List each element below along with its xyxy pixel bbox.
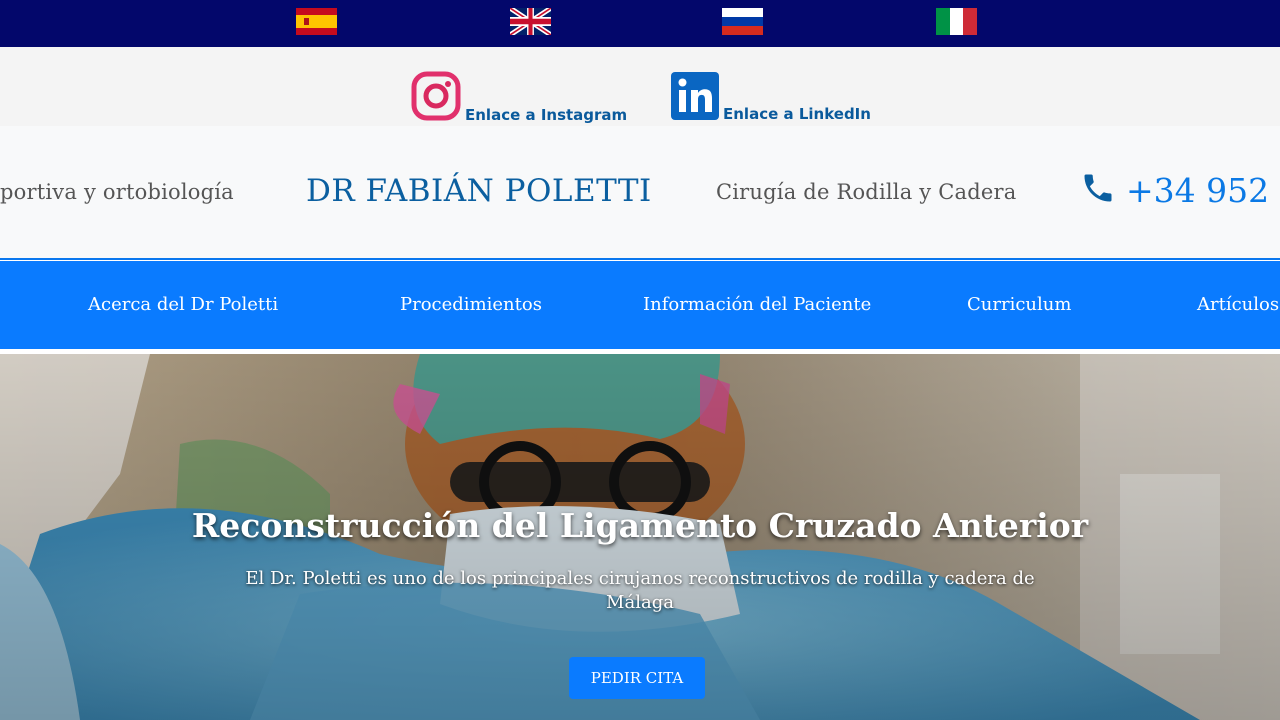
phone-number: +34 952 7 bbox=[1126, 170, 1280, 210]
site-brand[interactable]: DR FABIÁN POLETTI bbox=[306, 173, 652, 209]
social-bar: Enlace a Instagram Enlace a LinkedIn bbox=[0, 47, 1280, 126]
linkedin-label: Enlace a LinkedIn bbox=[723, 105, 871, 123]
hero-title: Reconstrucción del Ligamento Cruzado Ant… bbox=[191, 506, 1089, 545]
main-nav: Acerca del Dr Poletti Procedimientos Inf… bbox=[0, 261, 1280, 351]
nav-divider bbox=[0, 258, 1280, 260]
tagline-left: portiva y ortobiología bbox=[0, 180, 234, 204]
book-appointment-button[interactable]: PEDIR CITA bbox=[569, 657, 705, 699]
italy-flag-icon[interactable] bbox=[936, 8, 977, 35]
nav-item-procedures[interactable]: Procedimientos bbox=[400, 294, 542, 315]
uk-flag-icon[interactable] bbox=[510, 8, 551, 35]
instagram-label: Enlace a Instagram bbox=[465, 106, 628, 124]
hero-subtitle: El Dr. Poletti es uno de los principales… bbox=[245, 568, 1035, 613]
phone-link[interactable]: +34 952 7 bbox=[1080, 170, 1280, 210]
instagram-link[interactable]: Enlace a Instagram bbox=[411, 71, 627, 125]
instagram-icon bbox=[411, 71, 461, 125]
header-strip: portiva y ortobiología DR FABIÁN POLETTI… bbox=[0, 126, 1280, 258]
linkedin-icon bbox=[671, 72, 719, 124]
nav-item-about[interactable]: Acerca del Dr Poletti bbox=[88, 294, 278, 315]
nav-item-articles[interactable]: Artículos bbox=[1197, 294, 1279, 315]
hero-banner: Reconstrucción del Ligamento Cruzado Ant… bbox=[0, 354, 1280, 720]
spain-flag-icon[interactable] bbox=[296, 8, 337, 35]
linkedin-link[interactable]: Enlace a LinkedIn bbox=[671, 72, 871, 124]
nav-item-curriculum[interactable]: Curriculum bbox=[967, 294, 1071, 315]
language-bar bbox=[0, 0, 1280, 47]
russia-flag-icon[interactable] bbox=[722, 8, 763, 35]
phone-icon bbox=[1080, 170, 1116, 210]
tagline-right: Cirugía de Rodilla y Cadera bbox=[716, 180, 1017, 204]
nav-item-patient-info[interactable]: Información del Paciente bbox=[643, 294, 871, 315]
